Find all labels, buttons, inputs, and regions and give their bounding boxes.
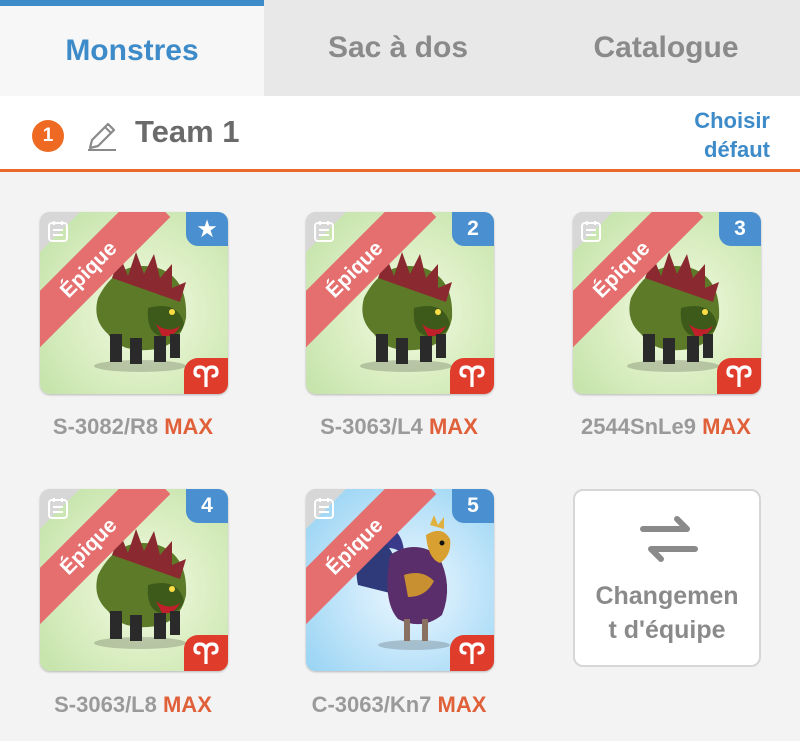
team-slot-number: 5 xyxy=(452,489,494,523)
monster-name: S-3063/L4 xyxy=(320,414,423,439)
tab-bar: Monstres Sac à dos Catalogue xyxy=(0,0,800,96)
team-name: Team 1 xyxy=(135,114,240,149)
note-icon[interactable] xyxy=(314,220,334,242)
tab-sac-a-dos[interactable]: Sac à dos xyxy=(264,0,532,96)
monster-card[interactable]: Épique 4 xyxy=(40,489,228,671)
change-team-label-line2: t d'équipe xyxy=(608,616,726,644)
monster-label: S-3082/R8 MAX xyxy=(18,414,248,440)
monster-name: S-3082/R8 xyxy=(52,414,159,439)
monster-level: MAX xyxy=(702,414,751,439)
tab-monstres[interactable]: Monstres xyxy=(0,0,264,96)
edit-pencil-icon[interactable] xyxy=(84,118,120,154)
note-icon[interactable] xyxy=(48,220,68,242)
monster-name: 2544SnLe9 xyxy=(581,414,696,439)
monster-card[interactable]: Épique 5 xyxy=(306,489,494,671)
zodiac-sign-icon xyxy=(184,635,228,671)
swap-arrows-icon xyxy=(640,516,698,562)
zodiac-sign-icon xyxy=(717,358,761,394)
monster-card[interactable]: Épique 3 xyxy=(573,212,761,394)
change-team-button[interactable]: Changemen t d'équipe xyxy=(573,489,761,667)
zodiac-sign-icon xyxy=(450,358,494,394)
team-slot-number: 2 xyxy=(452,212,494,246)
choose-default-line1: Choisir xyxy=(694,108,770,133)
monster-name: C-3063/Kn7 xyxy=(311,692,432,717)
choose-default-button[interactable]: Choisir défaut xyxy=(694,106,770,164)
monster-name: S-3063/L8 xyxy=(54,692,157,717)
team-number-badge: 1 xyxy=(32,120,64,152)
tab-catalogue[interactable]: Catalogue xyxy=(532,0,800,96)
monster-level: MAX xyxy=(428,414,478,439)
note-icon[interactable] xyxy=(314,497,334,519)
monster-label: S-3063/L4 MAX xyxy=(284,414,514,440)
leader-star-icon: ★ xyxy=(186,212,228,246)
note-icon[interactable] xyxy=(581,220,601,242)
change-team-label: Changemen t d'équipe xyxy=(575,579,759,647)
team-slot-number: 4 xyxy=(186,489,228,523)
team-slot-number: 3 xyxy=(719,212,761,246)
choose-default-line2: défaut xyxy=(704,137,770,162)
zodiac-sign-icon xyxy=(184,358,228,394)
monster-label: C-3063/Kn7 MAX xyxy=(284,692,514,718)
monster-level: MAX xyxy=(162,692,212,717)
monster-card[interactable]: Épique 2 xyxy=(306,212,494,394)
monster-label: S-3063/L8 MAX xyxy=(18,692,248,718)
monster-card[interactable]: Épique ★ xyxy=(40,212,228,394)
monster-level: MAX xyxy=(437,692,487,717)
team-bar xyxy=(0,96,800,172)
monster-level: MAX xyxy=(164,414,214,439)
monster-label: 2544SnLe9 MAX xyxy=(551,414,781,440)
change-team-label-line1: Changemen xyxy=(595,582,739,610)
note-icon[interactable] xyxy=(48,497,68,519)
zodiac-sign-icon xyxy=(450,635,494,671)
